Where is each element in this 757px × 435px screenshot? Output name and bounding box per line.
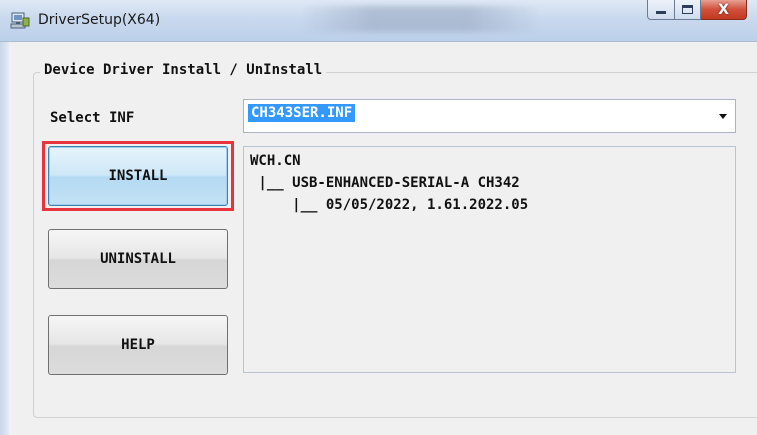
window-frame-left [0, 42, 9, 435]
driver-info-panel: WCH.CN |__ USB-ENHANCED-SERIAL-A CH342 |… [243, 146, 736, 373]
minimize-icon [656, 11, 666, 14]
info-version: |__ 05/05/2022, 1.61.2022.05 [250, 197, 529, 213]
inf-select-value: CH343SER.INF [248, 104, 356, 122]
uninstall-button[interactable]: UNINSTALL [48, 229, 228, 289]
minimize-button[interactable] [647, 0, 675, 20]
driver-setup-window: DriverSetup(X64) X Device Driver Install… [0, 0, 757, 435]
inf-select-dropdown[interactable]: CH343SER.INF [243, 99, 736, 133]
help-button[interactable]: HELP [48, 315, 228, 375]
close-button[interactable]: X [701, 0, 747, 20]
info-vendor: WCH.CN [250, 153, 301, 169]
title-bar[interactable]: DriverSetup(X64) X [0, 0, 757, 42]
select-inf-label: Select INF [50, 110, 135, 126]
window-title: DriverSetup(X64) [38, 12, 161, 28]
dropdown-arrow-icon[interactable] [719, 114, 727, 119]
install-highlight-box [42, 141, 234, 211]
driver-setup-icon [10, 12, 30, 30]
info-device: |__ USB-ENHANCED-SERIAL-A CH342 [250, 175, 520, 191]
maximize-icon [682, 5, 693, 14]
close-icon: X [718, 1, 729, 18]
blurred-region [300, 6, 540, 32]
window-controls: X [647, 0, 747, 20]
group-title: Device Driver Install / UnInstall [40, 62, 327, 78]
maximize-button[interactable] [675, 0, 701, 20]
